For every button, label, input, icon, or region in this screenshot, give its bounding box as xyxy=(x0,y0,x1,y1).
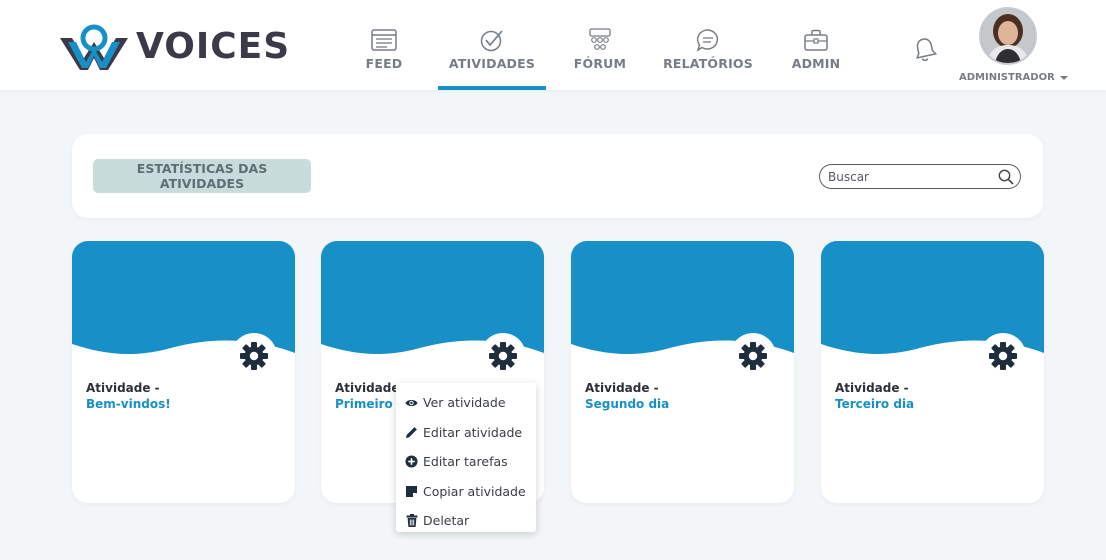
brand-logo[interactable]: VOICES xyxy=(60,24,290,70)
menu-item-label: Deletar xyxy=(423,513,470,529)
card-settings-button[interactable] xyxy=(231,333,277,379)
activity-card[interactable]: Atividade - Terceiro dia xyxy=(821,241,1044,503)
card-title: Bem-vindos! xyxy=(86,397,171,411)
nav-forum[interactable]: FÓRUM xyxy=(572,0,628,90)
card-context-menu: Ver atividade Editar atividade Editar ta… xyxy=(396,383,536,532)
voices-logo-icon xyxy=(60,24,128,70)
notifications-button[interactable] xyxy=(913,36,938,62)
menu-item-label: Editar tarefas xyxy=(423,454,508,470)
menu-item-copy-activity[interactable]: Copiar atividade xyxy=(396,477,536,507)
check-circle-icon xyxy=(480,30,503,52)
menu-item-edit-tasks[interactable]: Editar tarefas xyxy=(396,447,536,477)
nav-label: RELATÓRIOS xyxy=(663,56,753,71)
activity-stats-button[interactable]: ESTATÍSTICAS DAS ATIVIDADES xyxy=(93,159,311,193)
card-title: Terceiro dia xyxy=(835,397,915,411)
card-settings-button[interactable] xyxy=(980,333,1026,379)
caret-down-icon xyxy=(1059,75,1068,80)
trash-icon xyxy=(406,514,417,528)
bell-icon xyxy=(915,38,938,62)
card-settings-button[interactable] xyxy=(480,333,526,379)
user-role: ADMINISTRADOR xyxy=(959,72,1055,83)
brand-name: VOICES xyxy=(136,26,291,67)
nav-admin[interactable]: ADMIN xyxy=(792,0,840,90)
eye-icon xyxy=(405,399,418,406)
menu-item-label: Copiar atividade xyxy=(423,483,526,499)
people-group-icon xyxy=(589,28,611,50)
activities-toolbar: ESTATÍSTICAS DAS ATIVIDADES xyxy=(72,134,1043,218)
nav-label: FÓRUM xyxy=(573,56,627,71)
feed-icon xyxy=(371,29,397,51)
card-label: Atividade - xyxy=(585,381,659,395)
gear-icon xyxy=(489,342,517,370)
nav-label: FEED xyxy=(365,56,403,71)
user-menu-toggle[interactable]: ADMINISTRADOR xyxy=(959,72,1068,83)
gear-icon xyxy=(989,342,1017,370)
user-avatar[interactable] xyxy=(979,7,1037,65)
nav-label: ADMIN xyxy=(791,56,841,71)
gear-icon xyxy=(240,342,268,370)
copy-icon xyxy=(406,485,417,497)
search-icon[interactable] xyxy=(998,169,1014,185)
search-box xyxy=(819,164,1021,189)
search-input[interactable] xyxy=(828,169,988,184)
menu-item-delete[interactable]: Deletar xyxy=(396,506,536,536)
briefcase-icon xyxy=(804,29,828,51)
card-label: Atividade - xyxy=(835,381,909,395)
menu-item-label: Ver atividade xyxy=(423,395,506,411)
menu-item-view-activity[interactable]: Ver atividade xyxy=(396,388,536,418)
menu-item-edit-activity[interactable]: Editar atividade xyxy=(396,418,536,448)
gear-icon xyxy=(739,342,767,370)
chat-bubble-icon xyxy=(696,29,719,52)
avatar-image xyxy=(981,9,1035,63)
nav-feed[interactable]: FEED xyxy=(356,0,412,90)
activity-card[interactable]: Atividade - Bem-vindos! xyxy=(72,241,295,503)
nav-label: ATIVIDADES xyxy=(448,56,536,71)
pencil-icon xyxy=(406,426,417,438)
menu-item-label: Editar atividade xyxy=(423,424,523,440)
nav-atividades[interactable]: ATIVIDADES xyxy=(438,0,546,90)
activity-card[interactable]: Atividade - Segundo dia xyxy=(571,241,794,503)
top-header: VOICES FEED ATIVIDADES FÓRUM RELATÓRIOS … xyxy=(0,0,1106,90)
card-settings-button[interactable] xyxy=(730,333,776,379)
card-label: Atividade - xyxy=(86,381,160,395)
card-title: Segundo dia xyxy=(585,397,670,411)
nav-relatorios[interactable]: RELATÓRIOS xyxy=(663,0,753,90)
plus-circle-icon xyxy=(405,455,418,468)
